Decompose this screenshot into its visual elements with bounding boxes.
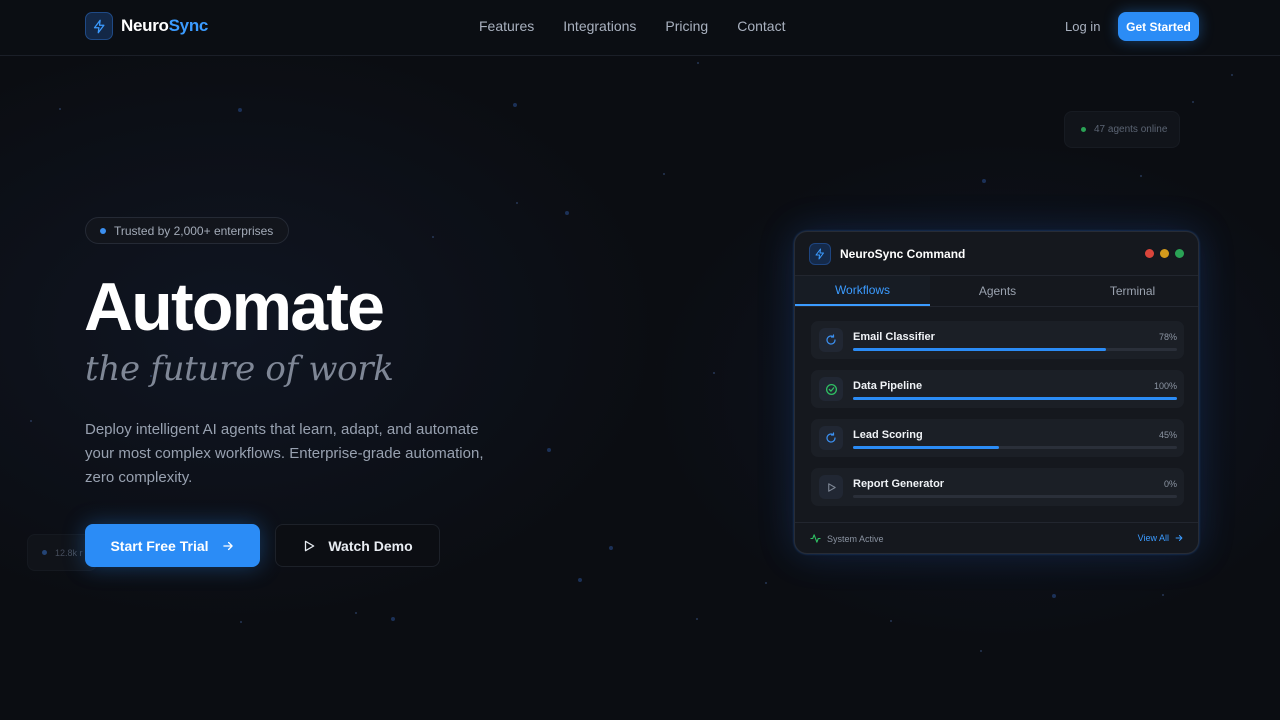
maximize-dot-icon[interactable] [1175, 249, 1184, 258]
particle-dot [1052, 594, 1056, 598]
nav-link-pricing[interactable]: Pricing [665, 18, 708, 34]
panel-header: NeuroSync Command [809, 243, 965, 265]
start-free-trial-button[interactable]: Start Free Trial [85, 524, 260, 567]
panel-title: NeuroSync Command [840, 247, 966, 261]
brand-name: NeuroSync [121, 16, 209, 35]
workflow-name: Lead Scoring [853, 429, 923, 441]
workflow-row[interactable]: Report Generator 0% [811, 468, 1184, 506]
workflow-name: Email Classifier [853, 331, 935, 343]
nav-link-integrations[interactable]: Integrations [563, 18, 636, 34]
brand-logo[interactable]: NeuroSync [85, 12, 208, 40]
window-controls [1145, 249, 1184, 258]
particle-dot [238, 108, 242, 112]
particle-dot [547, 448, 551, 452]
progress-fill [853, 397, 1177, 400]
tab-terminal[interactable]: Terminal [1065, 276, 1198, 306]
panel-footer: System Active View All [795, 522, 1198, 553]
tab-agents[interactable]: Agents [930, 276, 1065, 306]
progress-track [853, 348, 1177, 351]
particle-dot [516, 202, 518, 204]
particle-dot [432, 236, 434, 238]
particle-dot [513, 103, 517, 107]
particle-dot [355, 612, 357, 614]
lightning-icon [85, 12, 113, 40]
activity-icon [810, 534, 821, 543]
particle-dot [609, 546, 613, 550]
watch-demo-button[interactable]: Watch Demo [275, 524, 440, 567]
particle-dot [765, 582, 767, 584]
progress-track [853, 446, 1177, 449]
status-dot-icon [1081, 127, 1086, 132]
workflow-row[interactable]: Lead Scoring 45% [811, 419, 1184, 457]
progress-fill [853, 446, 999, 449]
workflow-list: Email Classifier 78% Data Pipeline 100% … [811, 321, 1184, 517]
particle-dot [980, 650, 982, 652]
main-nav: Features Integrations Pricing Contact [479, 18, 785, 34]
workflow-percent: 0% [1163, 479, 1177, 489]
workflow-percent: 100% [1153, 381, 1177, 391]
minimize-dot-icon[interactable] [1160, 249, 1169, 258]
view-all-label: View All [1137, 533, 1169, 543]
particle-dot [30, 420, 32, 422]
play-icon [305, 540, 315, 551]
badge-dot-icon [100, 227, 106, 234]
arrow-right-icon [1175, 535, 1183, 541]
particle-dot [59, 108, 61, 110]
hero-description: Deploy intelligent AI agents that learn,… [85, 421, 484, 486]
play-icon [819, 475, 843, 499]
arrow-right-icon [222, 541, 233, 550]
progress-track [853, 495, 1177, 498]
particle-dot [391, 617, 395, 621]
command-panel: NeuroSync Command Workflows Agents Termi… [794, 231, 1199, 554]
workflow-row[interactable]: Email Classifier 78% [811, 321, 1184, 359]
particle-dot [663, 173, 665, 175]
stat-card-text: 12.8k r [55, 547, 83, 558]
trust-badge: Trusted by 2,000+ enterprises [85, 217, 290, 244]
particle-dot [578, 578, 582, 582]
particle-dot [1192, 101, 1194, 103]
panel-tabs: Workflows Agents Terminal [795, 275, 1198, 307]
particle-dot [713, 372, 715, 374]
hero-title: Automate [84, 269, 385, 345]
refresh-icon [819, 328, 843, 352]
view-all-link[interactable]: View All [1138, 533, 1184, 543]
tab-workflows[interactable]: Workflows [795, 276, 930, 306]
agents-online-text: 47 agents online [1094, 124, 1168, 135]
agents-online-card: 47 agents online [1064, 111, 1180, 148]
system-status: System Active [810, 533, 884, 544]
particle-dot [1162, 594, 1164, 596]
progress-fill [853, 348, 1106, 351]
particle-dot [1140, 175, 1142, 177]
close-dot-icon[interactable] [1145, 249, 1154, 258]
particle-dot [565, 211, 569, 215]
nav-link-contact[interactable]: Contact [737, 18, 785, 34]
status-dot-icon [42, 550, 47, 555]
progress-track [853, 397, 1177, 400]
refresh-icon [819, 426, 843, 450]
hero-subtitle: the future of work [85, 349, 394, 389]
workflow-percent: 45% [1158, 430, 1177, 440]
system-status-text: System Active [827, 533, 884, 544]
lightning-icon [809, 243, 831, 265]
trust-badge-text: Trusted by 2,000+ enterprises [114, 223, 274, 238]
particle-dot [982, 179, 986, 183]
check-circle-icon [819, 377, 843, 401]
particle-dot [890, 620, 892, 622]
particle-dot [1231, 74, 1233, 76]
get-started-button[interactable]: Get Started [1118, 12, 1199, 41]
login-link[interactable]: Log in [1065, 19, 1100, 34]
workflow-name: Report Generator [853, 478, 945, 490]
workflow-name: Data Pipeline [853, 380, 923, 392]
workflow-row[interactable]: Data Pipeline 100% [811, 370, 1184, 408]
workflow-percent: 78% [1158, 332, 1177, 342]
start-free-trial-label: Start Free Trial [110, 537, 209, 554]
top-navbar: NeuroSync Features Integrations Pricing … [0, 0, 1280, 56]
particle-dot [697, 62, 699, 64]
particle-dot [240, 621, 242, 623]
nav-link-features[interactable]: Features [479, 18, 534, 34]
particle-dot [696, 618, 698, 620]
watch-demo-label: Watch Demo [328, 537, 413, 554]
